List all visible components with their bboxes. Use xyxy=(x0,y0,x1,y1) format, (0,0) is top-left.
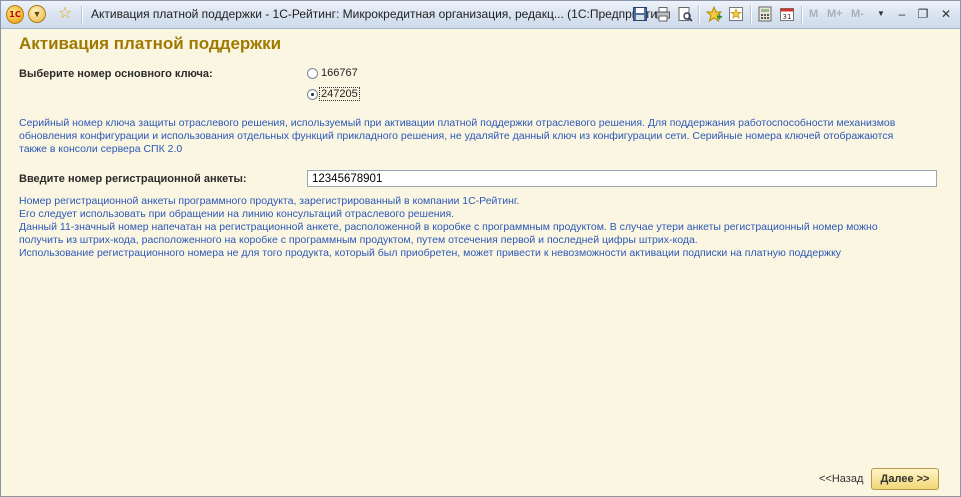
radio-button-selected[interactable] xyxy=(307,88,318,100)
reg-number-label: Введите номер регистрационной анкеты: xyxy=(19,173,247,185)
calculator-icon[interactable] xyxy=(757,6,773,22)
memory-plus-button[interactable]: M+ xyxy=(827,8,843,20)
favorites-list-icon[interactable] xyxy=(728,6,744,22)
memory-minus-button[interactable]: M- xyxy=(851,8,864,20)
key-info-text: Серийный номер ключа защиты отраслевого … xyxy=(19,117,896,155)
reg-info-text: Номер регистрационной анкеты программног… xyxy=(19,195,878,259)
next-button[interactable]: Далее >> xyxy=(871,468,939,490)
key-option-166767[interactable]: 166767 xyxy=(307,67,359,79)
title-bar: 1С ▼ ☆ Активация платной поддержки - 1С-… xyxy=(1,1,960,29)
add-favorite-icon[interactable] xyxy=(706,6,722,22)
close-icon[interactable]: ✕ xyxy=(938,6,954,22)
key-option-247205[interactable]: 247205 xyxy=(307,87,360,101)
key-select-label: Выберите номер основного ключа: xyxy=(19,68,213,80)
favorite-star-icon[interactable]: ☆ xyxy=(56,5,74,23)
key-option-label: 247205 xyxy=(319,87,360,101)
1c-logo-icon[interactable]: 1С xyxy=(6,4,24,24)
restore-icon[interactable]: ❐ xyxy=(915,6,931,22)
dropdown-arrow-icon[interactable]: ▼ xyxy=(873,6,889,22)
calendar-icon[interactable]: 31 xyxy=(779,6,795,22)
menu-dropdown-icon[interactable]: ▼ xyxy=(28,5,46,23)
key-option-label: 166767 xyxy=(321,67,358,79)
reg-number-input[interactable]: 12345678901 xyxy=(307,170,937,187)
print-preview-icon[interactable] xyxy=(677,6,693,22)
print-icon[interactable] xyxy=(655,6,671,22)
main-window: 1С ▼ ☆ Активация платной поддержки - 1С-… xyxy=(0,0,961,497)
back-button[interactable]: <<Назад xyxy=(819,473,863,485)
page-title: Активация платной поддержки xyxy=(19,34,282,53)
window-title: Активация платной поддержки - 1С-Рейтинг… xyxy=(91,7,668,21)
save-icon[interactable] xyxy=(632,6,648,22)
minimize-icon[interactable]: – xyxy=(894,6,910,22)
radio-button[interactable] xyxy=(307,67,318,79)
svg-text:31: 31 xyxy=(783,13,792,21)
memory-m-button[interactable]: M xyxy=(809,8,818,20)
